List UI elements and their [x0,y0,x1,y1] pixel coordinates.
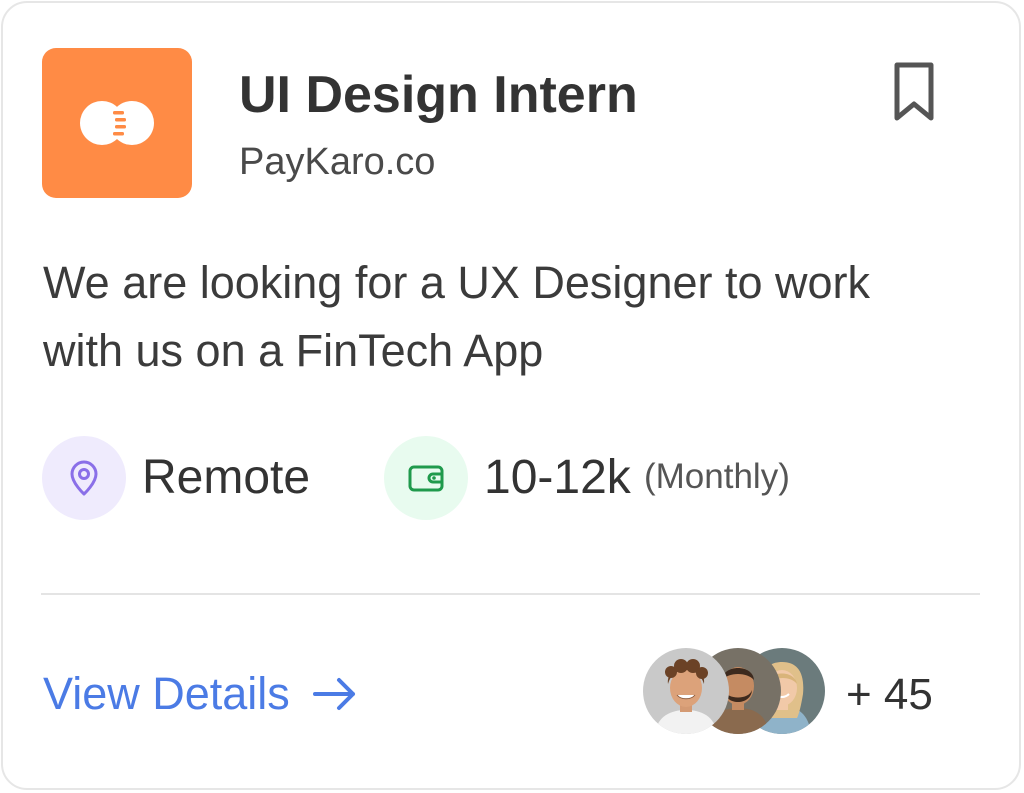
salary-icon-badge [384,436,468,520]
location-pin-icon [70,460,98,496]
bookmark-button[interactable] [883,59,945,125]
company-name: PayKaro.co [239,141,436,183]
divider [41,593,980,595]
company-logo [42,48,192,198]
arrow-right-icon [312,676,358,712]
job-title: UI Design Intern [239,66,638,124]
job-description: We are looking for a UX Designer to work… [43,257,871,376]
company-logo-icon [80,101,154,145]
applicants-more-count: + 45 [846,670,933,719]
salary-period: (Monthly) [644,457,790,496]
job-card: UI Design Intern PayKaro.co We are looki… [1,1,1021,790]
bookmark-icon [894,62,934,121]
job-location: Remote [142,451,311,504]
avatar [643,648,729,734]
view-details-link[interactable]: View Details [43,665,358,723]
wallet-icon [408,465,444,492]
job-salary: 10-12k [484,451,631,504]
view-details-label: View Details [43,668,290,719]
location-icon-badge [42,436,126,520]
